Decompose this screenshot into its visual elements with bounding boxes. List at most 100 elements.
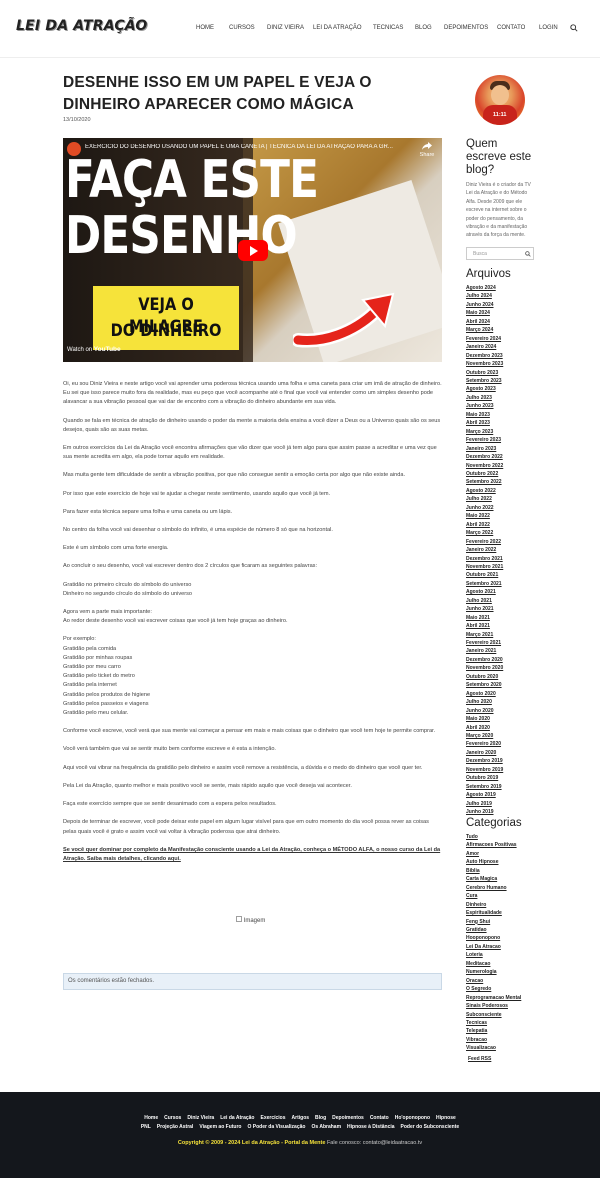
archive-link[interactable]: Janeiro 2024 [466,343,546,351]
archive-link[interactable]: Dezembro 2020 [466,656,546,664]
archive-link[interactable]: Agosto 2023 [466,385,546,393]
archive-link[interactable]: Julho 2023 [466,394,546,402]
category-link[interactable]: Lei Da Atracao [466,943,546,951]
archive-link[interactable]: Abril 2022 [466,521,546,529]
category-link[interactable]: Gratidao [466,926,546,934]
archive-link[interactable]: Agosto 2020 [466,690,546,698]
footer-link[interactable]: Contato [370,1115,389,1121]
video-embed[interactable]: EXERCÍCIO DO DESENHO USANDO UM PAPEL E U… [63,138,442,362]
archive-link[interactable]: Setembro 2023 [466,377,546,385]
archive-link[interactable]: Julho 2021 [466,597,546,605]
footer-link[interactable]: Depoimentos [332,1115,364,1121]
nav-item-login[interactable]: LOGIN [539,25,558,31]
footer-link[interactable]: Artigos [292,1115,310,1121]
archive-link[interactable]: Outubro 2022 [466,470,546,478]
category-link[interactable]: Tudo [466,833,546,841]
footer-link[interactable]: Projeção Astral [157,1124,194,1130]
category-link[interactable]: Cura [466,892,546,900]
archive-link[interactable]: Novembro 2021 [466,563,546,571]
archive-link[interactable]: Junho 2021 [466,605,546,613]
archive-link[interactable]: Novembro 2023 [466,360,546,368]
archive-link[interactable]: Março 2022 [466,529,546,537]
footer-link[interactable]: Home [144,1115,158,1121]
search-icon[interactable] [525,251,531,257]
archive-link[interactable]: Novembro 2022 [466,462,546,470]
category-link[interactable]: Feng Shui [466,918,546,926]
category-link[interactable]: Sinais Poderosos [466,1002,546,1010]
category-link[interactable]: Espiritualidade [466,909,546,917]
archive-link[interactable]: Fevereiro 2023 [466,436,546,444]
archive-link[interactable]: Outubro 2020 [466,673,546,681]
archive-link[interactable]: Novembro 2019 [466,766,546,774]
nav-item-diniz-vieira[interactable]: DINIZ VIEIRA [267,25,304,31]
footer-link[interactable]: Cursos [164,1115,181,1121]
category-link[interactable]: Tecnicas [466,1019,546,1027]
category-link[interactable]: Loteria [466,951,546,959]
nav-item-home[interactable]: Home [196,25,214,31]
archive-link[interactable]: Outubro 2021 [466,571,546,579]
nav-item-cursos[interactable]: CURSOS [229,25,255,31]
category-link[interactable]: Subconsciente [466,1011,546,1019]
category-link[interactable]: Numerologia [466,968,546,976]
archive-link[interactable]: Abril 2024 [466,318,546,326]
archive-link[interactable]: Outubro 2019 [466,774,546,782]
archive-link[interactable]: Dezembro 2023 [466,352,546,360]
archive-link[interactable]: Julho 2020 [466,698,546,706]
archive-link[interactable]: Maio 2021 [466,614,546,622]
archive-link[interactable]: Junho 2023 [466,402,546,410]
archive-link[interactable]: Novembro 2020 [466,664,546,672]
category-link[interactable]: O Segredo [466,985,546,993]
archive-link[interactable]: Abril 2020 [466,724,546,732]
watch-on-youtube[interactable]: Watch on YouTube [67,346,121,353]
archive-link[interactable]: Fevereiro 2021 [466,639,546,647]
archive-link[interactable]: Março 2024 [466,326,546,334]
footer-link[interactable]: Os Abraham [311,1124,341,1130]
archive-link[interactable]: Janeiro 2023 [466,445,546,453]
archive-link[interactable]: Abril 2021 [466,622,546,630]
archive-link[interactable]: Outubro 2023 [466,369,546,377]
footer-link[interactable]: Poder do Subconsciente [401,1124,460,1130]
footer-link[interactable]: Hipnose [436,1115,456,1121]
search-icon[interactable] [570,24,578,32]
archive-link[interactable]: Junho 2020 [466,707,546,715]
archive-link[interactable]: Junho 2024 [466,301,546,309]
share-button[interactable]: Share [417,142,437,158]
archive-link[interactable]: Fevereiro 2024 [466,335,546,343]
archive-link[interactable]: Abril 2023 [466,419,546,427]
footer-link[interactable]: Exercícios [261,1115,286,1121]
category-link[interactable]: Oracao [466,977,546,985]
category-link[interactable]: Reprogramacao Mental [466,994,546,1002]
archive-link[interactable]: Maio 2023 [466,411,546,419]
archive-link[interactable]: Maio 2022 [466,512,546,520]
footer-link[interactable]: Blog [315,1115,326,1121]
archive-link[interactable]: Agosto 2022 [466,487,546,495]
archive-link[interactable]: Dezembro 2022 [466,453,546,461]
footer-link[interactable]: Lei da Atração [220,1115,254,1121]
archive-link[interactable]: Março 2020 [466,732,546,740]
archive-link[interactable]: Maio 2020 [466,715,546,723]
cta-link[interactable]: Se você quer dominar por completo da Man… [63,846,443,864]
category-link[interactable]: Dinheiro [466,901,546,909]
category-link[interactable]: Meditacao [466,960,546,968]
archive-link[interactable]: Março 2023 [466,428,546,436]
archive-link[interactable]: Agosto 2024 [466,284,546,292]
category-link[interactable]: Vibracao [466,1036,546,1044]
footer-link[interactable]: O Poder da Visualização [247,1124,305,1130]
play-button-icon[interactable] [238,240,268,261]
sidebar-search-input[interactable]: Busca [466,247,534,260]
archive-link[interactable]: Fevereiro 2020 [466,740,546,748]
archive-link[interactable]: Junho 2019 [466,808,546,816]
archive-link[interactable]: Setembro 2021 [466,580,546,588]
archive-link[interactable]: Julho 2019 [466,800,546,808]
category-link[interactable]: Hooponopono [466,934,546,942]
footer-link[interactable]: Hipnose à Distância [347,1124,395,1130]
category-link[interactable]: Amor [466,850,546,858]
nav-item-contato[interactable]: CONTATO [497,25,525,31]
archive-link[interactable]: Maio 2024 [466,309,546,317]
nav-item-lei-da-atra-o[interactable]: LEI DA ATRAÇÃO [313,25,362,31]
archive-link[interactable]: Junho 2022 [466,504,546,512]
contact-text[interactable]: Fale conosco: contato@leidaatracao.tv [327,1140,422,1146]
archive-link[interactable]: Março 2021 [466,631,546,639]
footer-link[interactable]: Diniz Vieira [187,1115,214,1121]
feed-rss-link[interactable]: Feed RSS [468,1056,491,1062]
